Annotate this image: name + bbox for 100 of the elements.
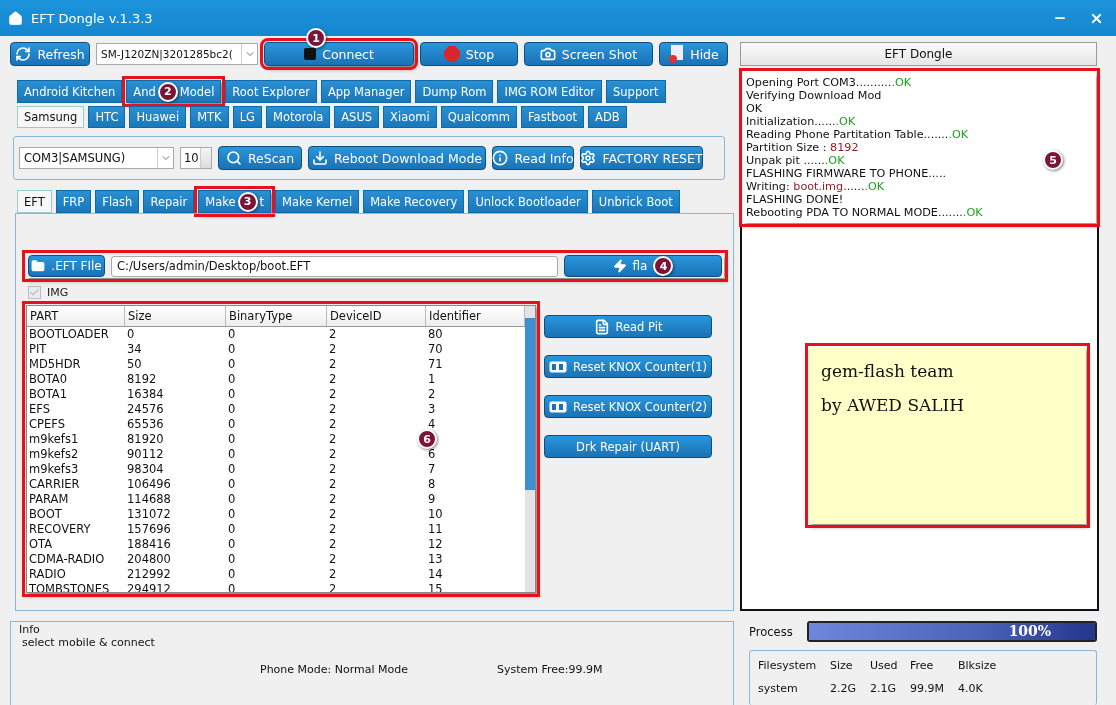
reboot-button[interactable]: Reboot Download Mode xyxy=(308,146,486,170)
table-cell-text: 2.2G xyxy=(830,682,858,695)
log-line: Writing: boot.img.......OK xyxy=(746,180,885,193)
table-cell-text: m9kefs2 xyxy=(28,447,80,462)
tab[interactable]: Support xyxy=(606,80,666,103)
tab[interactable]: EFT xyxy=(17,190,52,213)
tab[interactable]: FRP xyxy=(55,190,92,213)
device-dropdown[interactable]: SM-J120ZN|3201285bc2( xyxy=(96,43,258,65)
tab[interactable]: Dump Rom xyxy=(415,80,494,103)
tab[interactable]: Android Kitchen xyxy=(17,80,123,103)
table-cell-text: 2 xyxy=(328,462,338,477)
table-cell-text: 2 xyxy=(328,327,338,342)
table-cell-text: m9kefs3 xyxy=(28,462,80,477)
read-pit-button[interactable]: Read Pit xyxy=(544,315,712,338)
tab[interactable]: MTK xyxy=(190,106,229,128)
read-info-button[interactable]: Read Info xyxy=(492,146,574,170)
column-header[interactable]: Size xyxy=(125,306,226,326)
table-cell-text: 9 xyxy=(427,492,437,507)
column-header: Used xyxy=(870,659,899,672)
column-header: Size xyxy=(830,659,854,672)
table-cell-text: 2 xyxy=(328,567,338,582)
log-line: Partition Size : 8192 xyxy=(746,141,859,154)
table-cell-text: 3 xyxy=(427,402,437,417)
tab[interactable]: IMG ROM Editor xyxy=(497,80,603,103)
table-cell-text: 2 xyxy=(328,417,338,432)
table-cell-text: 0 xyxy=(126,327,136,342)
table-cell-text: 11 xyxy=(427,522,444,537)
flash-button[interactable]: fla 4 xyxy=(564,255,722,277)
refresh-button[interactable]: Refresh xyxy=(10,42,90,66)
table-cell-text: 71 xyxy=(427,357,444,372)
table-cell-text: 1 xyxy=(427,372,437,387)
log-line: Verifying Download Mod xyxy=(746,89,882,102)
rescan-button[interactable]: ReScan xyxy=(218,146,302,170)
info-title: Info xyxy=(19,623,41,636)
port-dropdown[interactable]: COM3|SAMSUNG) xyxy=(19,147,174,169)
count-spinner[interactable]: 10 xyxy=(180,147,212,169)
stop-button[interactable]: Stop xyxy=(420,42,518,66)
tab[interactable]: Samsung xyxy=(17,106,85,128)
table-cell-text: 8192 xyxy=(126,372,158,387)
system-free-text: System Free:99.9M xyxy=(497,663,604,676)
table-cell-text: EFS xyxy=(28,402,51,417)
tab[interactable]: Make Kernel xyxy=(275,190,360,213)
tab[interactable]: Xiaomi xyxy=(383,106,437,128)
tab[interactable]: HTC xyxy=(88,106,126,128)
table-cell-text: 81920 xyxy=(126,432,165,447)
table-cell-text: 12 xyxy=(427,537,444,552)
tab[interactable]: ADB xyxy=(588,106,627,128)
column-header[interactable]: BinaryType xyxy=(226,306,327,326)
table-cell-text: CPEFS xyxy=(28,417,66,432)
table-cell-text: 50 xyxy=(126,357,143,372)
table-cell-text: 8 xyxy=(427,477,437,492)
table-cell-text: 0 xyxy=(227,552,237,567)
screenshot-button[interactable]: Screen Shot xyxy=(524,42,653,66)
table-cell-text: 0 xyxy=(227,372,237,387)
column-header[interactable]: PART xyxy=(27,306,125,326)
table-cell-text: 99.9M xyxy=(910,682,945,695)
reset-knox-button[interactable]: Reset KNOX Counter(1) xyxy=(544,355,712,378)
progress-reading: 100% xyxy=(1008,623,1052,639)
hide-button[interactable]: Hide xyxy=(659,42,728,66)
table-cell-text: 2 xyxy=(328,522,338,537)
table-cell-text: 2 xyxy=(328,357,338,372)
table-cell-text: 2 xyxy=(328,372,338,387)
file-button[interactable]: .EFT FIle xyxy=(28,255,105,277)
tab[interactable]: Unbrick Boot xyxy=(591,190,680,213)
info-message: select mobile & connect xyxy=(22,636,156,649)
tab[interactable]: Qualcomm xyxy=(440,106,518,128)
tab[interactable]: Huawei xyxy=(129,106,187,128)
tab[interactable]: Make Recovery xyxy=(363,190,465,213)
table-cell-text: 114688 xyxy=(126,492,172,507)
table-cell-text: 2 xyxy=(328,432,338,447)
reset-knox-button[interactable]: Reset KNOX Counter(2) xyxy=(544,395,712,418)
tab[interactable]: LG xyxy=(232,106,262,128)
column-header: Free xyxy=(910,659,935,672)
number-marker: 2 xyxy=(157,81,178,102)
table-cell-text: 4 xyxy=(427,417,437,432)
number-marker: 6 xyxy=(417,429,437,449)
table-cell-text: PIT xyxy=(28,342,48,357)
tab[interactable]: App Manager xyxy=(320,80,412,103)
table-cell-text: 0 xyxy=(227,432,237,447)
tab[interactable]: ASUS xyxy=(334,106,380,128)
path-field[interactable]: C:/Users/admin/Desktop/boot.EFT xyxy=(111,255,558,277)
table-cell-text: 2 xyxy=(328,477,338,492)
tab[interactable]: Root Explorer xyxy=(225,80,317,103)
table-cell-text: 2 xyxy=(328,387,338,402)
factory-reset-button[interactable]: FACTORY RESET xyxy=(580,146,703,170)
table-cell-text: 4.0K xyxy=(958,682,984,695)
tab[interactable]: Repair xyxy=(143,190,195,213)
table-cell-text: 98304 xyxy=(126,462,165,477)
number-marker: 3 xyxy=(237,191,258,212)
table-cell-text: CARRIER xyxy=(28,477,81,492)
tab[interactable]: Unlock Bootloader xyxy=(468,190,588,213)
tab[interactable]: Flash xyxy=(95,190,140,213)
column-header: Filesystem xyxy=(758,659,818,672)
table-cell-text: 131072 xyxy=(126,507,172,522)
table-cell-text: 212992 xyxy=(126,567,172,582)
tab[interactable]: Motorola xyxy=(265,106,331,128)
repair-button[interactable]: Drk Repair (UART) xyxy=(544,435,712,458)
column-header[interactable]: DeviceID xyxy=(327,306,426,326)
tab[interactable]: Fastboot xyxy=(521,106,585,128)
table-cell-text: 0 xyxy=(227,492,237,507)
